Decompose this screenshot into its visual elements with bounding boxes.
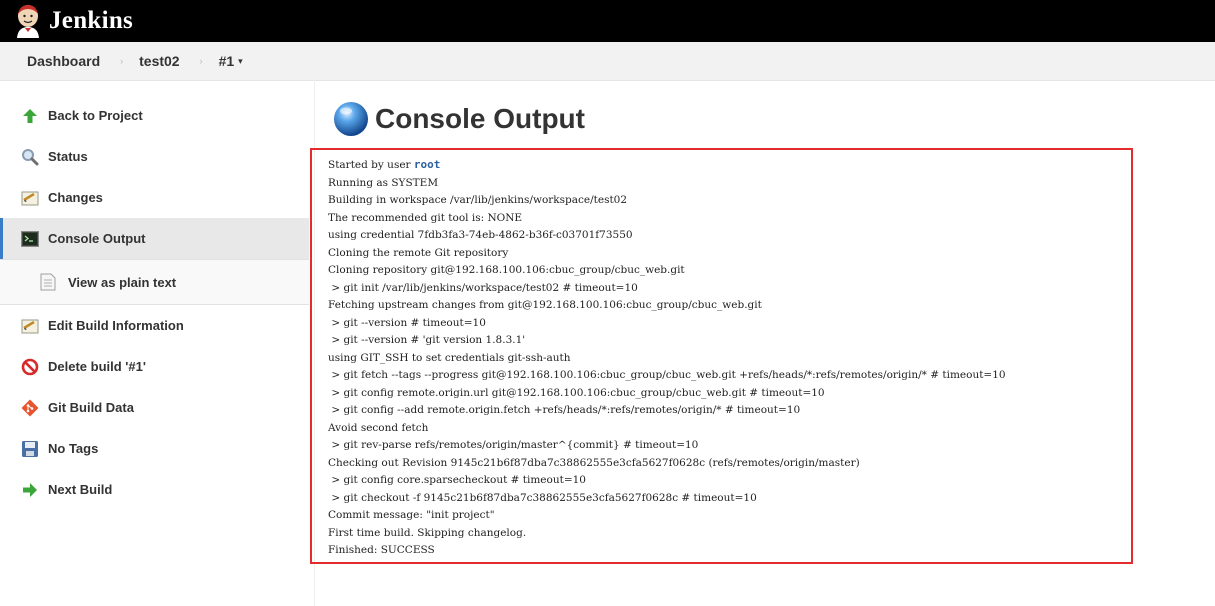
- console-line: > git checkout -f 9145c21b6f87dba7c38862…: [328, 491, 757, 504]
- up-arrow-icon: [21, 107, 39, 125]
- console-line: Checking out Revision 9145c21b6f87dba7c3…: [328, 456, 860, 469]
- console-line-started: Started by user root: [328, 156, 1131, 175]
- console-lines: Running as SYSTEM Building in workspace /…: [328, 175, 1131, 560]
- started-by-text: Started by user: [328, 159, 414, 171]
- sidebar-item-no-tags[interactable]: No Tags: [0, 428, 309, 469]
- breadcrumb-separator: ›: [199, 56, 203, 66]
- console-line: using GIT_SSH to set credentials git-ssh…: [328, 351, 571, 364]
- console-line: using credential 7fdb3fa3-74eb-4862-b36f…: [328, 229, 633, 241]
- sidebar-item-label: Changes: [48, 190, 103, 205]
- sidebar-item-label: Delete build '#1': [48, 359, 146, 374]
- jenkins-brand[interactable]: Jenkins: [49, 7, 133, 35]
- sidebar-item-back-to-project[interactable]: Back to Project: [0, 95, 309, 136]
- console-line: Cloning the remote Git repository: [328, 246, 509, 259]
- console-line: > git --version # timeout=10: [328, 316, 486, 329]
- notepad-icon: [21, 189, 39, 207]
- sidebar-item-changes[interactable]: Changes: [0, 177, 309, 218]
- console-line: > git init /var/lib/jenkins/workspace/te…: [328, 281, 638, 294]
- page-title: Console Output: [375, 103, 585, 134]
- console-output-panel: Started by user root Running as SYSTEM Bui…: [310, 148, 1133, 564]
- top-header: Jenkins: [0, 0, 1215, 42]
- right-arrow-icon: [21, 481, 39, 499]
- search-icon: [21, 148, 39, 166]
- sidebar-item-next-build[interactable]: Next Build: [0, 469, 309, 510]
- terminal-icon: [21, 230, 39, 248]
- console-line: The recommended git tool is: NONE: [328, 211, 523, 224]
- breadcrumb-build[interactable]: #1: [219, 53, 235, 69]
- console-line: > git rev-parse refs/remotes/origin/mast…: [328, 439, 699, 451]
- chevron-down-icon[interactable]: ▾: [238, 56, 243, 67]
- globe-icon: [334, 102, 368, 136]
- sidebar-item-edit-build-information[interactable]: Edit Build Information: [0, 305, 309, 346]
- sidebar-item-label: Edit Build Information: [48, 318, 184, 333]
- sidebar-item-delete-build[interactable]: Delete build '#1': [0, 346, 309, 387]
- console-log: Started by user root Running as SYSTEM Bui…: [312, 150, 1131, 560]
- console-line: > git config --add remote.origin.fetch +…: [328, 404, 801, 416]
- sidebar-item-label: Next Build: [48, 482, 113, 497]
- jenkins-butler-icon[interactable]: [14, 4, 42, 38]
- sidebar-item-label: View as plain text: [68, 274, 177, 290]
- console-line: Avoid second fetch: [328, 421, 429, 434]
- breadcrumb: Dashboard › test02 › #1 ▾: [0, 42, 1215, 81]
- sidebar-item-label: Back to Project: [48, 108, 143, 123]
- console-line: Commit message: "init project": [328, 509, 495, 521]
- document-icon: [39, 273, 57, 291]
- console-line: First time build. Skipping changelog.: [328, 526, 527, 539]
- save-icon: [21, 440, 39, 458]
- console-line: > git fetch --tags --progress git@192.16…: [328, 369, 1006, 381]
- console-line: Running as SYSTEM: [328, 176, 439, 189]
- sidebar-item-label: Console Output: [48, 231, 146, 246]
- console-line: > git config core.sparsecheckout # timeo…: [328, 474, 586, 486]
- breadcrumb-job[interactable]: test02: [139, 53, 179, 69]
- breadcrumb-dashboard[interactable]: Dashboard: [27, 53, 100, 69]
- notepad-icon: [21, 317, 39, 335]
- sidebar: Back to Project Status Changes Console O…: [0, 95, 309, 510]
- git-icon: [21, 399, 39, 417]
- sidebar-item-git-build-data[interactable]: Git Build Data: [0, 387, 309, 428]
- console-line: Fetching upstream changes from git@192.1…: [328, 299, 762, 311]
- sidebar-item-label: No Tags: [48, 441, 99, 456]
- console-line: Cloning repository git@192.168.100.106:c…: [328, 264, 685, 276]
- sidebar-item-label: Git Build Data: [48, 400, 134, 415]
- user-link[interactable]: root: [414, 158, 441, 171]
- sidebar-item-console-output[interactable]: Console Output: [0, 218, 309, 259]
- console-line: Finished: SUCCESS: [328, 544, 435, 556]
- breadcrumb-separator: ›: [120, 56, 124, 66]
- sidebar-item-status[interactable]: Status: [0, 136, 309, 177]
- no-entry-icon: [21, 358, 39, 376]
- page-heading: Console Output: [333, 101, 585, 137]
- sidebar-item-label: Status: [48, 149, 88, 164]
- console-line: Building in workspace /var/lib/jenkins/w…: [328, 194, 628, 206]
- sidebar-item-view-plain-text[interactable]: View as plain text: [0, 259, 309, 305]
- console-line: > git --version # 'git version 1.8.3.1': [328, 334, 526, 346]
- console-line: > git config remote.origin.url git@192.1…: [328, 386, 825, 399]
